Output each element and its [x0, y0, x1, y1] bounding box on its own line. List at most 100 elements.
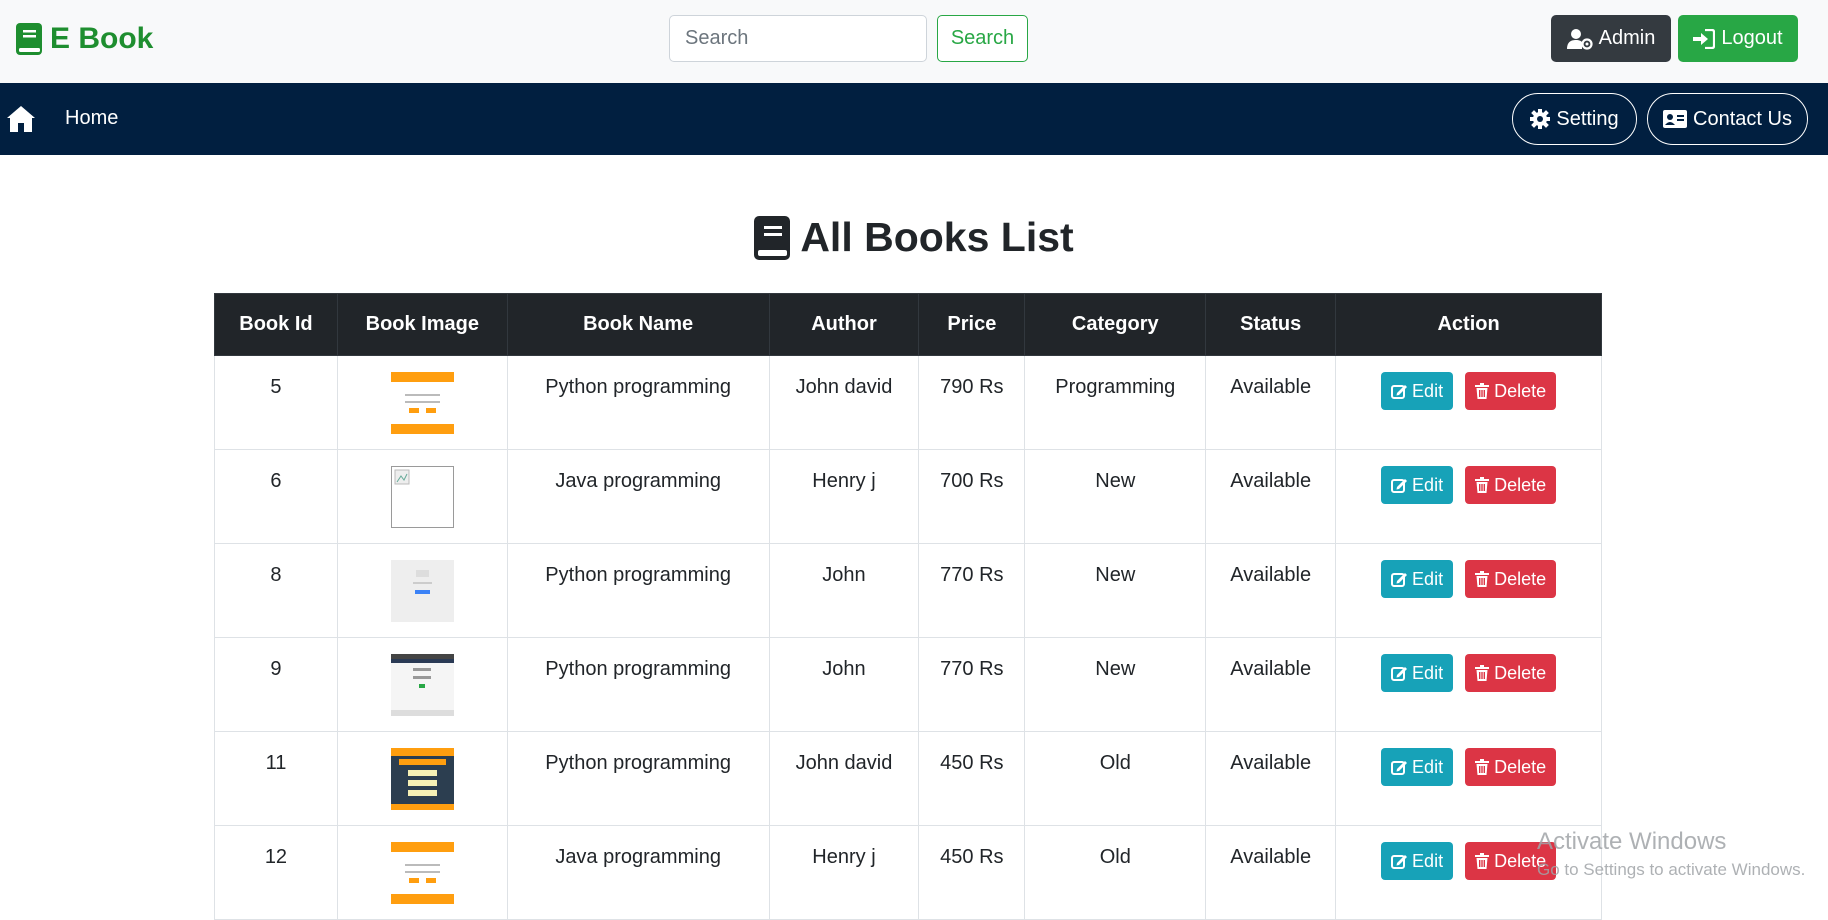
book-image-cell	[336, 825, 508, 920]
nav-bar: Home Setting Contact Us	[0, 83, 1828, 155]
book-icon	[754, 215, 791, 260]
book-thumbnail	[338, 372, 507, 434]
author-cell: John	[768, 637, 920, 732]
admin-button[interactable]: Admin	[1551, 15, 1671, 62]
book-name-cell: Python programming	[506, 731, 770, 826]
brand-name: E Book	[50, 22, 154, 55]
book-id-cell: 12	[214, 825, 338, 920]
action-cell: Edit Delete	[1335, 355, 1602, 450]
col-header-action: Action	[1335, 293, 1602, 356]
contact-us-label: Contact Us	[1693, 107, 1792, 130]
book-id-cell: 11	[214, 731, 338, 826]
edit-button[interactable]: Edit	[1381, 560, 1454, 598]
edit-button[interactable]: Edit	[1381, 748, 1454, 786]
author-cell: Henry j	[768, 825, 920, 920]
brand-logo[interactable]: E Book	[16, 22, 153, 56]
home-icon[interactable]	[6, 105, 36, 133]
book-name-cell: Python programming	[506, 543, 770, 638]
book-image-cell	[336, 637, 508, 732]
delete-button[interactable]: Delete	[1465, 560, 1557, 598]
status-cell: Available	[1205, 355, 1337, 450]
setting-button[interactable]: Setting	[1512, 93, 1637, 145]
edit-button[interactable]: Edit	[1381, 654, 1454, 692]
trash-icon	[1475, 853, 1490, 869]
book-thumbnail	[338, 466, 507, 528]
action-cell: Edit Delete	[1335, 543, 1602, 638]
page-title: All Books List	[0, 214, 1828, 261]
price-cell: 450 Rs	[918, 825, 1026, 920]
author-cell: John david	[768, 355, 920, 450]
delete-button[interactable]: Delete	[1465, 372, 1557, 410]
watermark-title: Activate Windows	[1537, 828, 1727, 855]
admin-label: Admin	[1598, 27, 1656, 49]
table-row: 8 Python programming John 770 Rs New Availabl…	[214, 543, 1602, 638]
edit-button[interactable]: Edit	[1381, 466, 1454, 504]
status-cell: Available	[1205, 731, 1337, 826]
delete-button[interactable]: Delete	[1465, 748, 1557, 786]
book-name-cell: Python programming	[506, 355, 770, 450]
watermark-subtitle: Go to Settings to activate Windows.	[1537, 860, 1806, 879]
col-header-book-image: Book Image	[336, 293, 508, 356]
book-icon	[16, 23, 42, 55]
trash-icon	[1475, 571, 1490, 587]
col-header-book-id: Book Id	[214, 293, 338, 356]
address-card-icon	[1663, 110, 1688, 128]
price-cell: 450 Rs	[918, 731, 1026, 826]
edit-label: Edit	[1412, 662, 1444, 683]
books-table: Book Id Book Image Book Name Author Pric…	[214, 293, 1602, 920]
book-name-cell: Python programming	[506, 637, 770, 732]
edit-label: Edit	[1412, 568, 1444, 589]
category-cell: New	[1024, 543, 1207, 638]
edit-button[interactable]: Edit	[1381, 842, 1454, 880]
delete-label: Delete	[1494, 756, 1547, 777]
book-id-cell: 9	[214, 637, 338, 732]
search-button[interactable]: Search	[937, 15, 1028, 62]
edit-button[interactable]: Edit	[1381, 372, 1454, 410]
book-name-cell: Java programming	[506, 825, 770, 920]
nav-home-link[interactable]: Home	[65, 107, 118, 130]
book-image-cell	[336, 731, 508, 826]
col-header-price: Price	[918, 293, 1026, 356]
col-header-book-name: Book Name	[506, 293, 770, 356]
price-cell: 790 Rs	[918, 355, 1026, 450]
book-id-cell: 8	[214, 543, 338, 638]
delete-button[interactable]: Delete	[1465, 654, 1557, 692]
gear-icon	[1530, 109, 1551, 129]
trash-icon	[1475, 665, 1490, 681]
book-thumbnail	[338, 560, 507, 622]
table-row: 6 Java programming Henry j 700 Rs New Availab…	[214, 449, 1602, 544]
author-cell: John david	[768, 731, 920, 826]
windows-activation-watermark: Activate Windows Go to Settings to activ…	[1537, 828, 1805, 880]
trash-icon	[1475, 759, 1490, 775]
search-input[interactable]	[669, 15, 927, 62]
edit-icon	[1391, 385, 1408, 399]
book-image-cell	[336, 355, 508, 450]
author-cell: John	[768, 543, 920, 638]
edit-label: Edit	[1412, 756, 1444, 777]
table-row: 12 Java programming Henry j 450 Rs Old Availa…	[214, 825, 1602, 920]
status-cell: Available	[1205, 543, 1337, 638]
logout-label: Logout	[1721, 27, 1783, 49]
category-cell: New	[1024, 637, 1207, 732]
book-thumbnail	[338, 654, 507, 716]
edit-label: Edit	[1412, 380, 1444, 401]
edit-icon	[1391, 855, 1408, 869]
table-row: 9 Python programming John 770 Rs New Availabl…	[214, 637, 1602, 732]
action-cell: Edit Delete	[1335, 637, 1602, 732]
page-title-text: All Books List	[800, 214, 1074, 260]
contact-us-button[interactable]: Contact Us	[1647, 93, 1808, 145]
logout-button[interactable]: Logout	[1678, 15, 1798, 62]
user-gear-icon	[1566, 28, 1593, 50]
delete-label: Delete	[1494, 662, 1547, 683]
delete-label: Delete	[1494, 474, 1547, 495]
action-cell: Edit Delete	[1335, 449, 1602, 544]
edit-icon	[1391, 667, 1408, 681]
top-bar: E Book Search Admin Logout	[0, 0, 1828, 83]
delete-button[interactable]: Delete	[1465, 466, 1557, 504]
status-cell: Available	[1205, 825, 1337, 920]
col-header-status: Status	[1205, 293, 1337, 356]
trash-icon	[1475, 477, 1490, 493]
delete-label: Delete	[1494, 380, 1547, 401]
book-image-cell	[336, 449, 508, 544]
category-cell: New	[1024, 449, 1207, 544]
